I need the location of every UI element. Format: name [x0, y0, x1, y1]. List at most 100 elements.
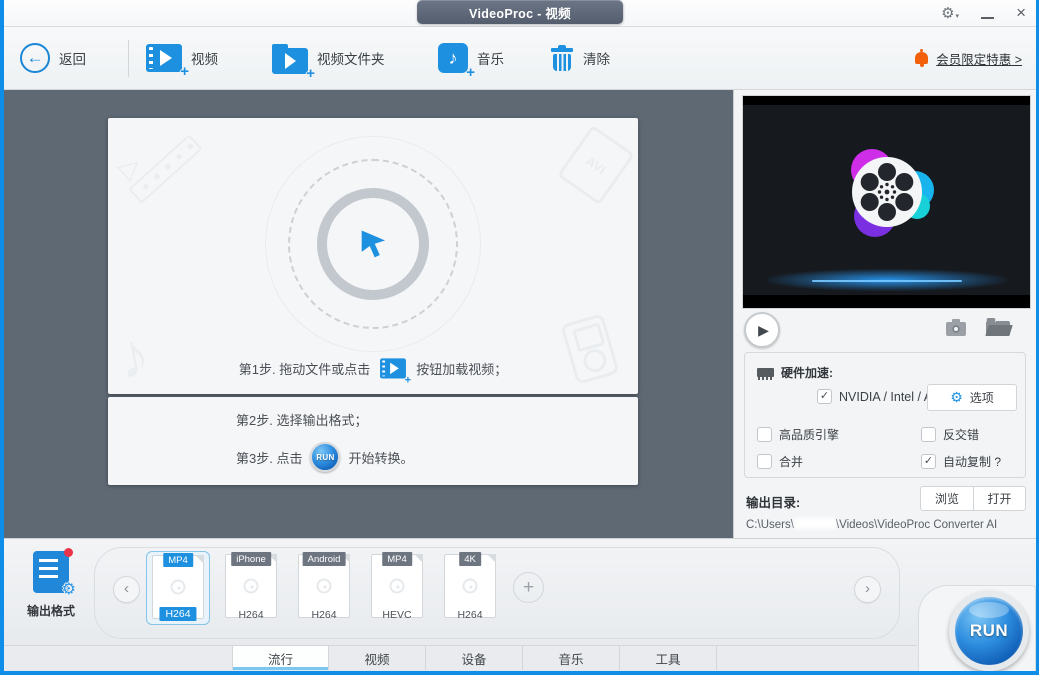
caret-down-icon: ▾	[955, 13, 960, 20]
clear-label: 清除	[583, 52, 610, 67]
step1-instruction: 第1步. 拖动文件或点击 + 按钮加载视频；	[108, 356, 638, 386]
drop-stage: ▷ ♪ AVI 第1步. 拖动文件或点击 + 按钮加载视频； 第2步. 选择输出…	[4, 90, 733, 538]
add-video-folder-button[interactable]: + 视频文件夹	[272, 27, 385, 89]
play-icon: ▶	[758, 321, 769, 338]
videoproc-logo	[850, 149, 934, 238]
add-music-button[interactable]: ♪ + 音乐	[438, 27, 504, 89]
window-title: VideoProc - 视频	[417, 0, 623, 24]
snapshot-camera-icon[interactable]	[946, 319, 966, 336]
deinterlace-checkbox-row[interactable]: 反交错	[921, 426, 979, 443]
watermark-filmstrip-icon: ▷	[108, 118, 203, 204]
drop-ring-solid	[317, 188, 429, 300]
member-offer-link[interactable]: 会员限定特惠 >	[915, 27, 1022, 89]
titlebar: VideoProc - 视频 ⚙ ▾ ×	[4, 0, 1036, 27]
browse-button[interactable]: 浏览	[920, 486, 973, 511]
plus-badge-icon: +	[180, 63, 189, 80]
plus-badge-icon: +	[306, 64, 315, 82]
step3-instruction: 第3步. 点击 RUN 开始转换。	[236, 442, 638, 472]
load-video-icon	[380, 358, 407, 379]
options-button[interactable]: ⚙ 选项	[927, 384, 1017, 411]
preview-player	[743, 96, 1030, 308]
window-controls: ⚙ ▾ ×	[941, 4, 1026, 23]
add-video-folder-label: 视频文件夹	[317, 52, 385, 67]
bottom-bar: ⚙ 输出格式 ‹ MP4 H264 iPhone H264 Android H2…	[4, 538, 1036, 671]
add-format-button[interactable]: +	[513, 572, 544, 603]
format-card-4k-h264[interactable]: 4K H264	[438, 551, 502, 625]
member-offer-label: 会员限定特惠 >	[936, 52, 1022, 67]
gpu-checkbox[interactable]: ✓	[817, 389, 832, 404]
tab-music[interactable]: 音乐	[523, 646, 620, 670]
toolbar-divider	[128, 40, 129, 77]
logo-glow-core	[811, 280, 962, 282]
merge-checkbox[interactable]	[757, 454, 772, 469]
merge-checkbox-row[interactable]: 合并	[757, 453, 803, 470]
output-format-button[interactable]: ⚙ 输出格式	[18, 548, 84, 619]
output-dir-label: 输出目录:	[746, 496, 801, 510]
chevron-left-icon: ‹	[124, 580, 129, 597]
plus-badge-icon: +	[404, 374, 412, 387]
clear-button[interactable]: 清除	[550, 27, 610, 89]
format-card-list: MP4 H264 iPhone H264 Android H264 MP4 HE…	[146, 551, 502, 625]
add-music-label: 音乐	[477, 52, 504, 67]
bell-icon	[915, 49, 929, 67]
drop-target[interactable]	[265, 136, 481, 352]
category-tabs: 流行 视频 设备 音乐 工具	[232, 646, 717, 670]
plus-icon: +	[522, 576, 535, 598]
deinterlace-checkbox[interactable]	[921, 427, 936, 442]
output-dir-buttons: 浏览 打开	[920, 486, 1026, 511]
tab-popular[interactable]: 流行	[232, 646, 329, 670]
add-video-button[interactable]: + 视频	[146, 27, 218, 89]
trash-icon	[550, 44, 574, 72]
back-button[interactable]: ← 返回	[20, 27, 86, 89]
plus-badge-icon: +	[466, 64, 475, 81]
format-card-iphone-h264[interactable]: iPhone H264	[219, 551, 283, 625]
cursor-arrow-icon	[361, 230, 386, 258]
quality-engine-checkbox-row[interactable]: 高品质引擎	[757, 426, 839, 443]
main-area: ▷ ♪ AVI 第1步. 拖动文件或点击 + 按钮加载视频； 第2步. 选择输出…	[4, 90, 1036, 538]
step1-prefix: 第1步. 拖动文件或点击	[238, 361, 371, 377]
film-reel-icon	[243, 578, 259, 594]
options-label: 选项	[969, 391, 994, 405]
hardware-accel-row: 硬件加速:	[757, 364, 833, 381]
autocopy-checkbox[interactable]: ✓	[921, 454, 936, 469]
scroll-left-button[interactable]: ‹	[113, 576, 140, 603]
open-button[interactable]: 打开	[973, 486, 1026, 511]
format-card-android-h264[interactable]: Android H264	[292, 551, 356, 625]
open-folder-icon[interactable]	[986, 318, 1010, 336]
gear-icon: ⚙	[61, 581, 76, 598]
scroll-right-button[interactable]: ›	[854, 576, 881, 603]
back-arrow-icon: ←	[20, 43, 50, 73]
preview-screen	[743, 105, 1030, 295]
run-button[interactable]: RUN	[949, 591, 1029, 671]
output-format-label: 输出格式	[26, 604, 75, 618]
category-tabstrip: 流行 视频 设备 音乐 工具	[4, 645, 917, 670]
add-video-icon	[146, 44, 182, 72]
hardware-accel-label: 硬件加速:	[781, 366, 833, 380]
steps-card: 第2步. 选择输出格式； 第3步. 点击 RUN 开始转换。	[108, 397, 638, 485]
gear-icon: ⚙	[950, 389, 963, 405]
format-card-mp4-hevc[interactable]: MP4 HEVC	[365, 551, 429, 625]
add-video-label: 视频	[191, 52, 218, 67]
tab-tools[interactable]: 工具	[620, 646, 717, 670]
film-reel-icon	[462, 578, 478, 594]
back-label: 返回	[59, 52, 86, 67]
autocopy-checkbox-row[interactable]: ✓ 自动复制 ?	[921, 453, 1001, 470]
tab-device[interactable]: 设备	[426, 646, 523, 670]
step1-suffix: 按钮加载视频；	[416, 361, 508, 377]
add-video-folder-icon	[272, 43, 308, 74]
tab-video[interactable]: 视频	[329, 646, 426, 670]
settings-gear-icon[interactable]: ⚙ ▾	[941, 4, 959, 22]
step2-instruction: 第2步. 选择输出格式；	[236, 413, 368, 428]
play-button[interactable]: ▶	[744, 312, 780, 348]
quality-engine-checkbox[interactable]	[757, 427, 772, 442]
format-card-mp4-h264[interactable]: MP4 H264	[146, 551, 210, 625]
minimize-button[interactable]	[981, 16, 995, 19]
dropzone-card[interactable]: ▷ ♪ AVI 第1步. 拖动文件或点击 + 按钮加载视频；	[108, 118, 638, 394]
film-reel-icon	[170, 579, 186, 595]
close-button[interactable]: ×	[1016, 4, 1026, 22]
film-reel-icon	[389, 578, 405, 594]
add-music-icon: ♪	[438, 43, 468, 73]
chevron-right-icon: ›	[865, 580, 870, 597]
redacted-username	[793, 518, 836, 529]
notification-dot	[64, 548, 73, 557]
